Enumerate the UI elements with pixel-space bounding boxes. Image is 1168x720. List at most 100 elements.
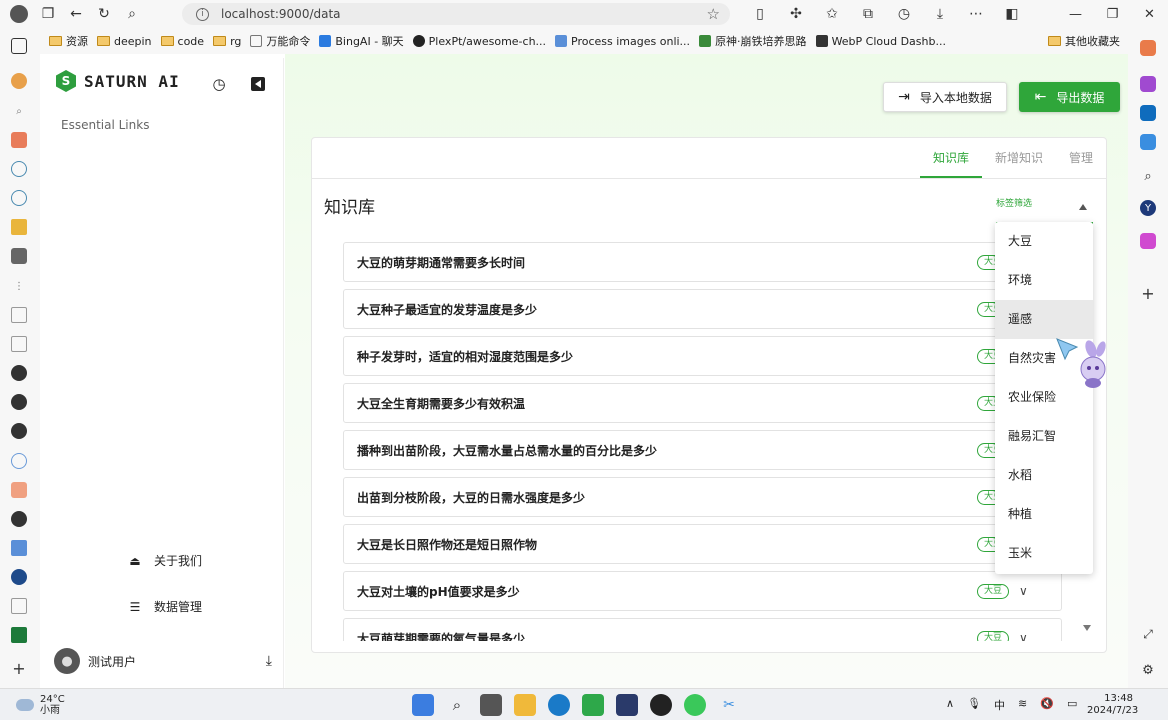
app-icon[interactable]: Y [1140,200,1156,216]
dropdown-option[interactable]: 种植 [995,495,1093,534]
github-icon[interactable] [11,365,27,381]
collections-icon[interactable]: ⧉ [853,0,883,28]
profile-avatar[interactable] [10,5,28,23]
start-icon[interactable] [412,694,434,716]
dropdown-option[interactable]: 遥感 [995,300,1093,339]
close-icon[interactable]: ✕ [1131,0,1168,28]
fullscreen-icon[interactable]: ⤢ [1140,626,1156,642]
outlook-icon[interactable] [1140,105,1156,121]
file-explorer-icon[interactable] [514,694,536,716]
dropdown-option[interactable]: 玉米 [995,534,1093,573]
search-icon[interactable]: ⌕ [118,0,146,28]
app-icon[interactable] [1140,76,1156,92]
clock[interactable]: 13:48 2024/7/23 [1087,693,1138,717]
minimize-icon[interactable]: — [1057,0,1094,28]
dropdown-option[interactable]: 水稻 [995,456,1093,495]
address-bar[interactable]: i localhost:9000/data ☆ [182,3,730,25]
favorites-icon[interactable]: ✩ [817,0,847,28]
task-view-icon[interactable] [480,694,502,716]
more-icon[interactable]: ⋯ [961,0,991,28]
wechat-icon[interactable] [684,694,706,716]
sidebar-toggle-icon[interactable]: ◧ [997,0,1027,28]
github-icon[interactable] [11,394,27,410]
tab-icon[interactable] [11,598,27,614]
scroll-down-arrow-icon[interactable] [1083,625,1091,631]
question-item[interactable]: 播种到出苗阶段，大豆需水量占总需水量的百分比是多少大豆∨ [343,430,1062,470]
tab-icon[interactable] [11,132,27,148]
bookmark-item[interactable]: 原神·崩铁培养思路 [699,33,807,49]
bookmark-item[interactable]: BingAI - 聊天 [319,33,404,49]
tab-icon[interactable] [11,482,27,498]
question-item[interactable]: 大豆种子最适宜的发芽温度是多少大豆∨ [343,289,1062,329]
qq-icon[interactable] [650,694,672,716]
history-icon[interactable]: ◷ [889,0,919,28]
dropdown-option[interactable]: 大豆 [995,222,1093,261]
chevron-down-icon[interactable]: ∨ [1019,584,1028,598]
user-profile[interactable]: ● 测试用户 ⤓ [54,646,272,676]
question-item[interactable]: 大豆萌芽期需要的氧气量是多少 大豆 ∨ [343,618,1062,641]
question-item[interactable]: 大豆的萌芽期通常需要多长时间大豆∨ [343,242,1062,282]
search-icon[interactable]: ⌕ [446,694,468,716]
caret-up-icon[interactable] [1079,204,1087,210]
bookmark-item[interactable]: deepin [97,35,152,48]
site-info-icon[interactable]: i [196,7,209,21]
mute-icon[interactable]: 🔇 [1040,697,1054,713]
tab-icon[interactable] [11,307,27,323]
edge-icon[interactable] [548,694,570,716]
tab-icon[interactable] [11,219,27,235]
other-bookmarks[interactable]: 其他收藏夹 [1048,33,1120,49]
excel-icon[interactable] [11,627,27,643]
app-logo[interactable]: S SATURN AI [56,70,180,92]
question-item[interactable]: 种子发芽时，适宜的相对湿度范围是多少大豆∨ [343,336,1062,376]
question-item[interactable]: 出苗到分枝阶段，大豆的日需水强度是多少大豆∨ [343,477,1062,517]
app-icon[interactable] [616,694,638,716]
send-icon[interactable] [1140,134,1156,150]
tab-icon[interactable] [11,453,27,469]
bookmark-item[interactable]: PlexPt/awesome-ch... [412,35,546,48]
extensions-icon[interactable]: ✣ [781,0,811,28]
bookmark-item[interactable]: 万能命令 [250,33,310,49]
search-icon[interactable]: ⌕ [1140,168,1156,184]
microphone-icon[interactable]: 🎙 [967,697,981,713]
bookmark-item[interactable]: WebP Cloud Dashb... [815,35,946,48]
tab-icon[interactable] [11,540,27,556]
dropdown-option[interactable]: 融易汇智 [995,417,1093,456]
copilot-icon[interactable] [1140,233,1156,249]
downloads-icon[interactable]: ⤓ [925,0,955,28]
tab-icon[interactable] [11,161,27,177]
bookmark-item[interactable]: rg [213,35,241,48]
wifi-icon[interactable]: ≋ [1018,697,1027,713]
github-icon[interactable] [11,423,27,439]
tab-icon[interactable]: ⋮ [11,278,27,294]
chevron-down-icon[interactable]: ∨ [1019,631,1028,641]
tab-icon[interactable]: ⌕ [11,103,27,119]
tab-add-knowledge[interactable]: 新增知识 [982,138,1056,178]
export-data-button[interactable]: ⇤ 导出数据 [1019,82,1120,112]
battery-icon[interactable]: ▭ [1067,697,1077,713]
tabs-icon[interactable]: ❐ [34,0,62,28]
chevron-up-icon[interactable]: ∧ [946,697,954,713]
menu-data-management[interactable]: ☰ 数据管理 [128,598,202,615]
app-icon[interactable] [1140,40,1156,56]
refresh-icon[interactable]: ↻ [90,0,118,28]
tab-icon[interactable] [11,336,27,352]
collapse-sidebar-icon[interactable] [251,77,265,91]
restore-icon[interactable]: ❐ [1094,0,1131,28]
reading-view-icon[interactable]: ▯ [745,0,775,28]
tab-icon[interactable] [11,248,27,264]
dropdown-option[interactable]: 环境 [995,261,1093,300]
tab-icon[interactable] [11,190,27,206]
ime-indicator[interactable]: 中 [994,697,1005,713]
add-icon[interactable]: + [1140,284,1156,303]
back-icon[interactable]: ← [62,0,90,28]
github-icon[interactable] [11,511,27,527]
menu-about[interactable]: ⏏ 关于我们 [128,552,202,569]
bookmark-item[interactable]: code [160,35,204,48]
bookmark-item[interactable]: Process images onli... [555,35,690,48]
bookmark-item[interactable]: 资源 [49,33,88,49]
tab-icon[interactable] [11,73,27,89]
download-icon[interactable]: ⤓ [266,653,272,669]
snipping-tool-icon[interactable]: ✂ [718,694,740,716]
tab-actions-icon[interactable] [11,38,27,54]
history-icon[interactable]: ◷ [210,75,228,93]
